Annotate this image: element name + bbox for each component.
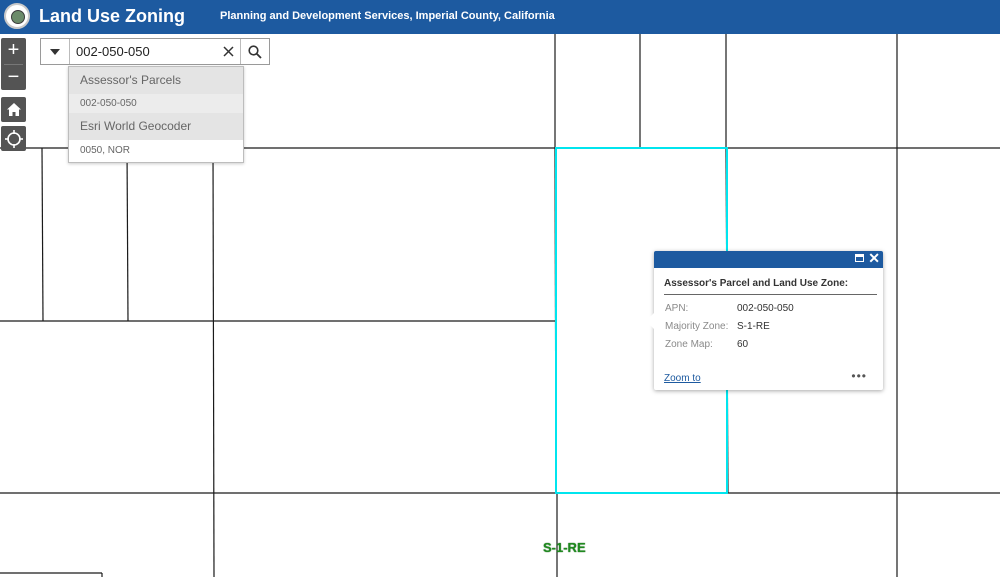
zone-label: S-1-RE bbox=[543, 540, 586, 555]
maximize-icon[interactable] bbox=[855, 254, 864, 262]
county-seal-icon bbox=[4, 3, 30, 29]
zoom-out-button[interactable]: − bbox=[1, 65, 26, 91]
suggestion-item[interactable]: 0050, NOR bbox=[69, 140, 243, 162]
close-popup-button[interactable]: ✕ bbox=[868, 250, 880, 267]
search-widget bbox=[40, 38, 270, 65]
search-button[interactable] bbox=[240, 39, 269, 64]
suggestion-group-header: Esri World Geocoder bbox=[69, 113, 243, 140]
search-input[interactable] bbox=[70, 39, 216, 64]
search-suggestions: Assessor's Parcels 002-050-050 Esri Worl… bbox=[68, 66, 244, 163]
zoom-in-button[interactable]: + bbox=[1, 38, 26, 64]
field-value: 60 bbox=[737, 339, 749, 350]
feature-popup: ✕ Assessor's Parcel and Land Use Zone: A… bbox=[646, 250, 883, 390]
home-icon bbox=[6, 103, 21, 116]
clear-search-button[interactable] bbox=[216, 39, 240, 64]
search-icon bbox=[248, 44, 262, 59]
close-icon bbox=[222, 46, 234, 57]
field-label: APN: bbox=[665, 303, 689, 314]
field-label: Majority Zone: bbox=[665, 321, 729, 332]
zoom-to-link[interactable]: Zoom to bbox=[664, 373, 701, 384]
popup-pointer bbox=[646, 313, 654, 329]
field-label: Zone Map: bbox=[665, 339, 713, 350]
popup-title: Assessor's Parcel and Land Use Zone: bbox=[664, 278, 849, 289]
home-button[interactable] bbox=[1, 97, 26, 122]
field-value: S-1-RE bbox=[737, 321, 770, 332]
search-source-dropdown[interactable] bbox=[41, 39, 70, 64]
suggestion-item[interactable]: 002-050-050 bbox=[69, 94, 243, 113]
app-title: Land Use Zoning bbox=[39, 6, 185, 26]
suggestion-group-header: Assessor's Parcels bbox=[69, 67, 243, 94]
popup-divider bbox=[664, 294, 877, 295]
field-value: 002-050-050 bbox=[737, 303, 794, 314]
more-actions-button[interactable]: ••• bbox=[851, 369, 867, 383]
locate-icon bbox=[4, 129, 23, 148]
app-header: Land Use Zoning Planning and Development… bbox=[0, 0, 1000, 34]
popup-titlebar: ✕ bbox=[654, 250, 883, 268]
locate-button[interactable] bbox=[1, 126, 26, 151]
caret-down-icon bbox=[50, 48, 60, 55]
zoom-control: + − bbox=[1, 38, 26, 90]
app-subtitle: Planning and Development Services, Imper… bbox=[220, 10, 555, 22]
